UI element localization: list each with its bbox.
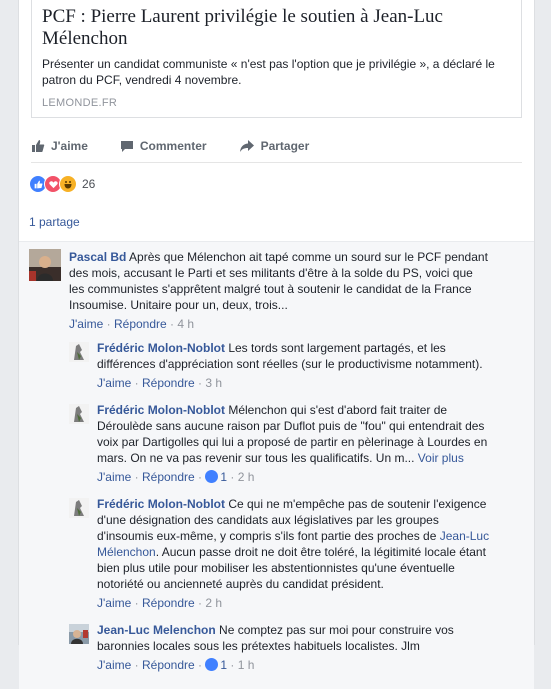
comment-body: Pascal Bd Après que Mélenchon ait tapé c…: [69, 249, 489, 332]
reply-reply-link[interactable]: Répondre: [142, 376, 195, 390]
reply-body: Frédéric Molon-Noblot Mélenchon qui s'es…: [97, 402, 490, 485]
reply-like-link[interactable]: J'aime: [97, 658, 131, 672]
reply-meta: J'aime · Répondre · 2 h: [97, 596, 223, 610]
reply: Frédéric Molon-Noblot Ce qui ne m'empêch…: [69, 496, 522, 611]
reply-like-link[interactable]: J'aime: [97, 470, 131, 484]
avatar[interactable]: [69, 404, 89, 424]
reply-text-cont: . Aucun passe droit ne doit être toléré,…: [97, 545, 486, 591]
comment-button[interactable]: Commenter: [120, 139, 207, 153]
comment-label: Commenter: [139, 139, 207, 153]
link-title[interactable]: PCF : Pierre Laurent privilégie le souti…: [42, 6, 511, 50]
reply-body: Frédéric Molon-Noblot Les tords sont lar…: [97, 340, 490, 391]
link-description: Présenter un candidat communiste « n'est…: [42, 57, 495, 87]
like-count-icon: [205, 658, 219, 671]
comment-like-link[interactable]: J'aime: [69, 317, 103, 331]
reply-author[interactable]: Jean-Luc Melenchon: [97, 623, 216, 637]
reply-time[interactable]: 2 h: [205, 596, 222, 610]
reply-reply-link[interactable]: Répondre: [142, 658, 195, 672]
comment: Pascal Bd Après que Mélenchon ait tapé c…: [29, 249, 522, 332]
avatar[interactable]: [29, 249, 61, 281]
reply-reply-link[interactable]: Répondre: [142, 596, 195, 610]
reply-time[interactable]: 3 h: [205, 376, 222, 390]
reply-time[interactable]: 2 h: [238, 470, 255, 484]
share-button[interactable]: Partager: [239, 139, 310, 153]
post-actions: J'aime Commenter Partager: [31, 130, 522, 163]
post-card: PCF : Pierre Laurent privilégie le souti…: [18, 0, 535, 689]
comments-section: Pascal Bd Après que Mélenchon ait tapé c…: [19, 241, 534, 689]
shares-count[interactable]: 1 partage: [29, 215, 522, 229]
reactions-summary[interactable]: 26: [29, 175, 522, 193]
avatar[interactable]: [69, 342, 89, 362]
reply: Frédéric Molon-Noblot Mélenchon qui s'es…: [69, 402, 522, 485]
reply-like-link[interactable]: J'aime: [97, 376, 131, 390]
reply-author[interactable]: Frédéric Molon-Noblot: [97, 497, 225, 511]
link-domain: LEMONDE.FR: [42, 97, 118, 109]
reply-body: Frédéric Molon-Noblot Ce qui ne m'empêch…: [97, 496, 490, 611]
reply-likes-count[interactable]: 1: [205, 658, 227, 672]
reply-like-link[interactable]: J'aime: [97, 596, 131, 610]
reply-meta: J'aime · Répondre · 1 · 1 h: [97, 658, 255, 672]
like-count-icon: [205, 470, 219, 483]
reply-body: Jean-Luc Melenchon Ne comptez pas sur mo…: [97, 622, 490, 673]
comment-icon: [120, 141, 133, 152]
share-arrow-icon: [239, 140, 254, 152]
reply-reply-link[interactable]: Répondre: [142, 470, 195, 484]
haha-reaction-icon: [59, 175, 77, 193]
comment-meta: J'aime · Répondre · 4 h: [69, 317, 195, 331]
reply-author[interactable]: Frédéric Molon-Noblot: [97, 403, 225, 417]
like-button[interactable]: J'aime: [31, 139, 88, 153]
avatar[interactable]: [69, 498, 89, 518]
comment-text: Après que Mélenchon ait tapé comme un so…: [69, 250, 488, 312]
comment-reply-link[interactable]: Répondre: [114, 317, 167, 331]
reply-likes-count[interactable]: 1: [205, 470, 227, 484]
link-preview[interactable]: PCF : Pierre Laurent privilégie le souti…: [31, 0, 522, 118]
thumbs-up-icon: [32, 140, 45, 152]
like-label: J'aime: [51, 139, 88, 153]
see-more-link[interactable]: Voir plus: [418, 451, 464, 465]
reactions-count[interactable]: 26: [82, 177, 95, 191]
reply-meta: J'aime · Répondre · 3 h: [97, 376, 223, 390]
reply: Frédéric Molon-Noblot Les tords sont lar…: [69, 340, 522, 391]
share-label: Partager: [260, 139, 310, 153]
replies-list: Frédéric Molon-Noblot Les tords sont lar…: [69, 340, 522, 673]
avatar[interactable]: [69, 624, 89, 644]
comment-time[interactable]: 4 h: [177, 317, 194, 331]
reply: Jean-Luc Melenchon Ne comptez pas sur mo…: [69, 622, 522, 673]
comment-author[interactable]: Pascal Bd: [69, 250, 126, 264]
reply-author[interactable]: Frédéric Molon-Noblot: [97, 341, 225, 355]
reply-time[interactable]: 1 h: [238, 658, 255, 672]
reply-meta: J'aime · Répondre · 1 · 2 h: [97, 470, 255, 484]
